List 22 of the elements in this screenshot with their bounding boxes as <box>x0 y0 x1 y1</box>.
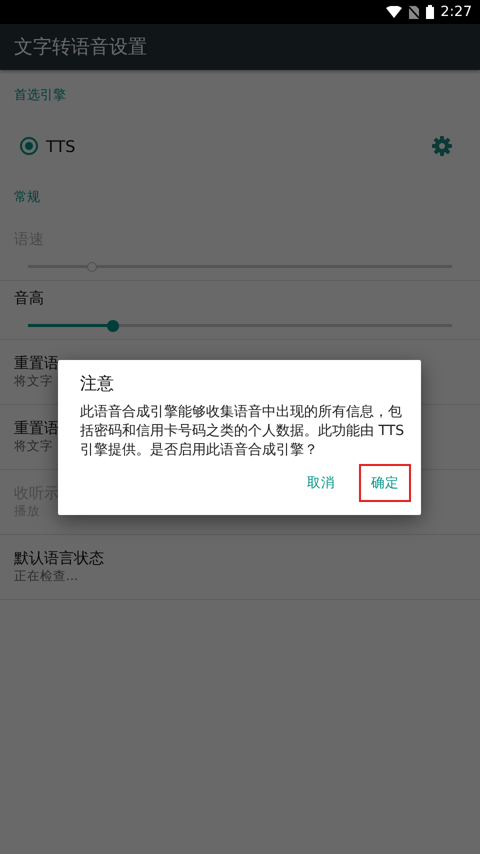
setting-title[interactable]: 默认语言状态 <box>14 549 104 568</box>
section-header: 常规 <box>14 189 40 206</box>
setting-subtitle: 将文字 <box>14 373 53 390</box>
dialog-button[interactable]: 取消 <box>295 464 347 502</box>
radio-button[interactable] <box>20 137 38 155</box>
dialog-title: 注意 <box>80 373 114 395</box>
setting-subtitle: 将文字 <box>14 438 53 455</box>
slider[interactable] <box>28 320 452 332</box>
section-header: 首选引擎 <box>14 87 66 104</box>
setting-title[interactable]: 重置语 <box>14 354 59 373</box>
setting-title[interactable]: 重置语 <box>14 419 59 438</box>
dialog-message: 此语音合成引擎能够收集语音中出现的所有信息，包括密码和信用卡号码之类的个人数据。此功能由 TTS 引擎提供。是否启用此语音合成引擎？ <box>80 403 406 460</box>
wifi-icon <box>386 6 402 18</box>
engine-label: TTS <box>46 136 76 156</box>
app-bar-title: 文字转语音设置 <box>14 35 147 60</box>
battery-icon <box>426 5 434 19</box>
status-time: 2:27 <box>440 4 472 20</box>
setting-subtitle: 正在检查... <box>14 568 78 585</box>
no-sim-icon <box>408 6 419 18</box>
setting-title: 音高 <box>14 288 44 308</box>
dialog-button[interactable]: 确定 <box>359 464 411 502</box>
settings-icon[interactable] <box>432 136 452 156</box>
